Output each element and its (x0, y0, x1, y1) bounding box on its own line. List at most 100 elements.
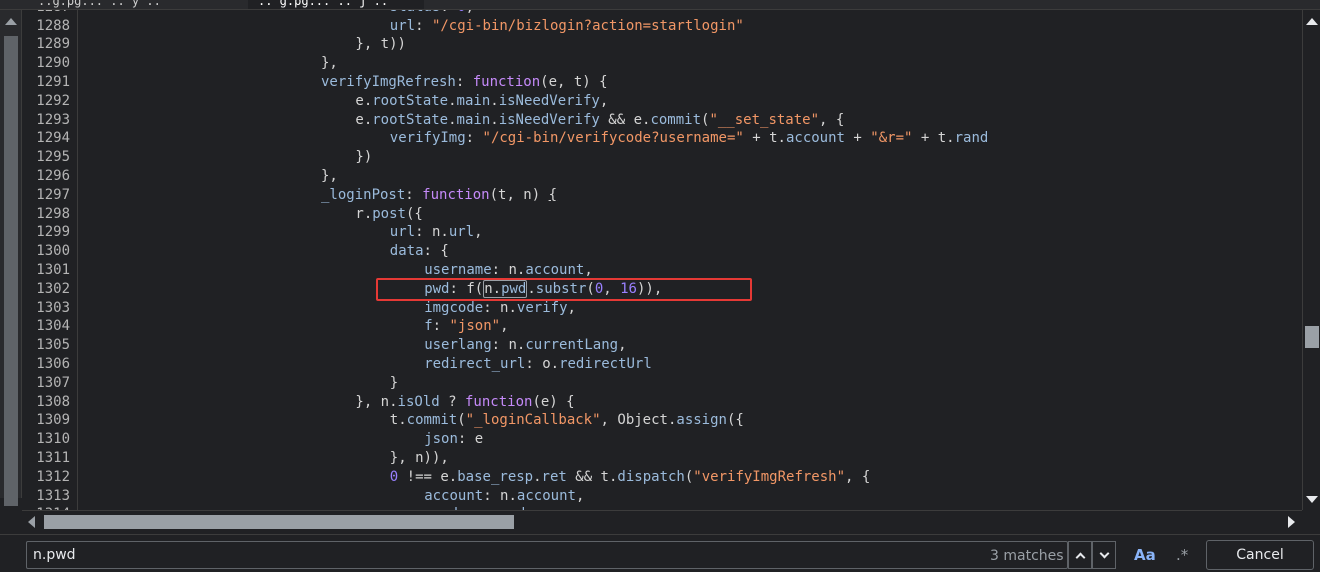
code-line[interactable]: 1313 account: n.account, (22, 487, 1302, 506)
code-line[interactable]: 1297 _loginPost: function(t, n) { (22, 186, 1302, 205)
line-number[interactable]: 1313 (22, 487, 70, 506)
code-text: }, n)), (389, 450, 449, 466)
code-text: _loginPost: function(t, n) { (321, 186, 558, 203)
line-number[interactable]: 1288 (22, 17, 70, 36)
code-text: verifyImg: "/cgi-bin/verifycode?username… (389, 130, 989, 147)
code-text: e.rootState.main.isNeedVerify && e.commi… (355, 111, 845, 128)
code-text: }, (321, 55, 338, 72)
code-text: url: "/cgi-bin/bizlogin?action=startlogi… (389, 17, 744, 34)
vertical-scroll-thumb[interactable] (1305, 326, 1319, 348)
code-line[interactable]: 1288 url: "/cgi-bin/bizlogin?action=start… (22, 17, 1302, 36)
code-line[interactable]: 1293 e.rootState.main.isNeedVerify && e.c… (22, 111, 1302, 130)
code-text: }, (321, 168, 338, 184)
code-line[interactable]: 1298 r.post({ (22, 205, 1302, 224)
left-panel-scrollbar[interactable] (0, 10, 22, 506)
code-line[interactable]: 1291 verifyImgRefresh: function(e, t) { (22, 73, 1302, 92)
regex-toggle[interactable]: .* (1176, 546, 1188, 564)
code-text: t.commit("_loginCallback", Object.assign… (389, 412, 744, 429)
vertical-scrollbar[interactable] (1302, 10, 1320, 510)
line-number[interactable]: 1310 (22, 430, 70, 449)
horizontal-scroll-thumb[interactable] (44, 515, 514, 529)
tab-strip: ..g.pg... .. y .. .. g.pg... .. j .. (0, 0, 1320, 10)
code-text: url: n.url, (389, 224, 483, 241)
horizontal-scrollbar[interactable] (22, 510, 1302, 534)
line-number[interactable]: 1296 (22, 167, 70, 186)
code-text: userlang: n.currentLang, (424, 337, 627, 354)
code-line[interactable]: 1309 t.commit("_loginCallback", Object.as… (22, 411, 1302, 430)
line-number[interactable]: 1289 (22, 35, 70, 54)
line-number[interactable]: 1300 (22, 242, 70, 261)
match-case-toggle[interactable]: Aa (1134, 546, 1156, 564)
code-text: } (389, 374, 399, 391)
cancel-button[interactable]: Cancel (1206, 540, 1314, 570)
scroll-right-icon[interactable] (1288, 516, 1295, 528)
scroll-left-icon[interactable] (28, 516, 35, 528)
line-number[interactable]: 1312 (22, 468, 70, 487)
line-number[interactable]: 1298 (22, 205, 70, 224)
line-number[interactable]: 1290 (22, 54, 70, 73)
code-text: imgcode: n.verify, (424, 299, 576, 316)
code-line[interactable]: 1303 imgcode: n.verify, (22, 299, 1302, 318)
line-number[interactable]: 1309 (22, 411, 70, 430)
code-line[interactable]: 1301 username: n.account, (22, 261, 1302, 280)
code-line[interactable]: 1292 e.rootState.main.isNeedVerify, (22, 92, 1302, 111)
code-text: e.rootState.main.isNeedVerify, (355, 92, 609, 109)
code-text: r.post({ (355, 205, 423, 222)
code-editor[interactable]: 1287status: 0,1288url: "/cgi-bin/bizlogi… (22, 10, 1302, 510)
tab-file-2-active[interactable]: .. g.pg... .. j .. (248, 0, 424, 9)
line-number[interactable]: 1295 (22, 148, 70, 167)
code-line[interactable]: 1310 json: e (22, 430, 1302, 449)
code-line[interactable]: 1305 userlang: n.currentLang, (22, 336, 1302, 355)
code-line[interactable]: 1294 verifyImg: "/cgi-bin/verifycode?user… (22, 129, 1302, 148)
scroll-up-icon[interactable] (1306, 18, 1318, 25)
code-text: }, n.isOld ? function(e) { (355, 393, 575, 410)
line-number[interactable]: 1302 (22, 280, 70, 299)
previous-match-button[interactable] (1068, 541, 1092, 569)
code-line[interactable]: 1307} (22, 374, 1302, 393)
code-line[interactable]: 1306 redirect_url: o.redirectUrl (22, 355, 1302, 374)
scroll-thumb[interactable] (4, 36, 18, 506)
code-text: }) (355, 149, 373, 166)
code-text: json: e (424, 431, 484, 448)
scrollbar-corner (1302, 510, 1320, 534)
line-number[interactable]: 1299 (22, 223, 70, 242)
code-text: username: n.account, (424, 262, 593, 278)
scroll-up-icon[interactable] (5, 18, 17, 25)
code-text: verifyImgRefresh: function(e, t) { (321, 74, 608, 90)
line-number[interactable]: 1291 (22, 73, 70, 92)
line-number[interactable]: 1297 (22, 186, 70, 205)
highlight-annotation-box (376, 278, 752, 301)
code-line[interactable]: 1296}, (22, 167, 1302, 186)
line-number[interactable]: 1311 (22, 449, 70, 468)
line-number[interactable]: 1292 (22, 92, 70, 111)
line-number[interactable]: 1293 (22, 111, 70, 130)
code-line[interactable]: 1312 0 !== e.base_resp.ret && t.dispatch(… (22, 468, 1302, 487)
line-number[interactable]: 1294 (22, 129, 70, 148)
code-text: }, t)) (355, 36, 406, 53)
line-number[interactable]: 1301 (22, 261, 70, 280)
line-number[interactable]: 1308 (22, 393, 70, 412)
chevron-down-icon (1099, 548, 1109, 558)
scroll-down-icon[interactable] (1306, 496, 1318, 503)
line-number[interactable]: 1305 (22, 336, 70, 355)
code-line[interactable]: 1300 data: { (22, 242, 1302, 261)
line-number[interactable]: 1306 (22, 355, 70, 374)
chevron-up-icon (1075, 552, 1085, 562)
code-text: account: n.account, (424, 487, 585, 504)
line-number[interactable]: 1304 (22, 317, 70, 336)
code-text: data: { (389, 243, 449, 260)
code-line[interactable]: 1290}, (22, 54, 1302, 73)
code-line[interactable]: 1308 }, n.isOld ? function(e) { (22, 393, 1302, 412)
code-line[interactable]: 1289 }, t)) (22, 35, 1302, 54)
code-text: 0 !== e.base_resp.ret && t.dispatch("ver… (389, 468, 871, 485)
next-match-button[interactable] (1092, 541, 1116, 569)
match-count: 3 matches (990, 548, 1064, 564)
code-line[interactable]: 1304 f: "json", (22, 317, 1302, 336)
code-line[interactable]: 1295}) (22, 148, 1302, 167)
tab-file-1[interactable]: ..g.pg... .. y .. (28, 0, 248, 9)
line-number[interactable]: 1307 (22, 374, 70, 393)
code-line[interactable]: 1311 }, n)), (22, 449, 1302, 468)
search-input[interactable] (26, 541, 1068, 569)
line-number[interactable]: 1303 (22, 299, 70, 318)
code-line[interactable]: 1299 url: n.url, (22, 223, 1302, 242)
